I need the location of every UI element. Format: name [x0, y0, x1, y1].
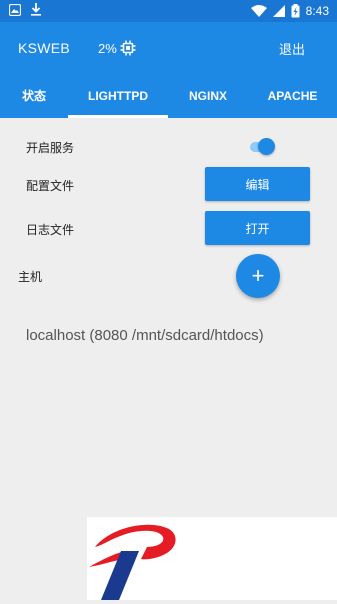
- app-title: KSWEB: [18, 40, 71, 56]
- toggle-thumb: [258, 138, 275, 155]
- cpu-usage-value: 2%: [98, 40, 117, 56]
- battery-charging-icon: [291, 4, 300, 18]
- edit-config-button[interactable]: 编辑: [205, 167, 310, 201]
- tab-status[interactable]: 状态: [0, 76, 68, 118]
- add-icon: +: [251, 263, 265, 288]
- cpu-chip-icon: [120, 40, 136, 56]
- tab-nginx[interactable]: NGINX: [168, 76, 248, 118]
- download-icon: [31, 3, 41, 16]
- app-bar: KSWEB 2% 退出: [0, 22, 337, 76]
- wifi-icon: [250, 5, 267, 17]
- logo-panel: [87, 517, 337, 600]
- config-file-label: 配置文件: [26, 179, 75, 193]
- notification-image-icon: [9, 3, 21, 16]
- status-bar: 8:43: [0, 0, 337, 22]
- tab-lighttpd[interactable]: LIGHTTPD: [68, 76, 168, 118]
- signal-icon: [272, 5, 285, 17]
- log-file-label: 日志文件: [26, 223, 75, 237]
- cpu-usage: 2%: [98, 40, 136, 56]
- host-label: 主机: [18, 270, 43, 284]
- add-host-button[interactable]: +: [236, 254, 280, 298]
- open-log-button[interactable]: 打开: [205, 211, 310, 245]
- host-entry[interactable]: localhost (8080 /mnt/sdcard/htdocs): [26, 327, 264, 344]
- server-tabs: 状态 LIGHTTPD NGINX APACHE: [0, 76, 337, 118]
- enable-service-toggle[interactable]: [248, 138, 275, 156]
- tab-apache[interactable]: APACHE: [248, 76, 337, 118]
- status-time: 8:43: [305, 4, 329, 18]
- brand-logo-icon: [89, 524, 176, 600]
- enable-service-label: 开启服务: [26, 141, 75, 155]
- exit-button[interactable]: 退出: [279, 39, 305, 58]
